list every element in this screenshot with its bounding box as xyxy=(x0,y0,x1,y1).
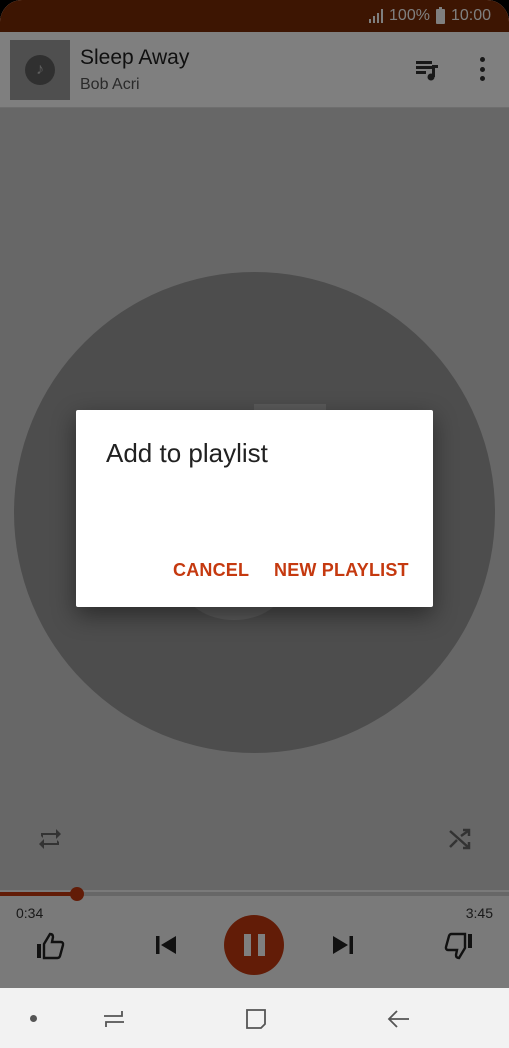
dialog-title: Add to playlist xyxy=(106,438,268,468)
cancel-button[interactable]: CANCEL xyxy=(173,560,249,581)
home-icon[interactable] xyxy=(243,1006,269,1032)
add-to-playlist-dialog: Add to playlist CANCEL NEW PLAYLIST xyxy=(76,410,433,607)
back-icon[interactable] xyxy=(384,1006,412,1032)
screen: 100% 10:00 ♪ Sleep Away Bob Acri xyxy=(0,0,509,1048)
dot-icon xyxy=(30,1015,37,1022)
system-nav-bar xyxy=(0,988,509,1048)
new-playlist-button[interactable]: NEW PLAYLIST xyxy=(274,560,409,581)
recent-apps-icon[interactable] xyxy=(100,1006,128,1032)
